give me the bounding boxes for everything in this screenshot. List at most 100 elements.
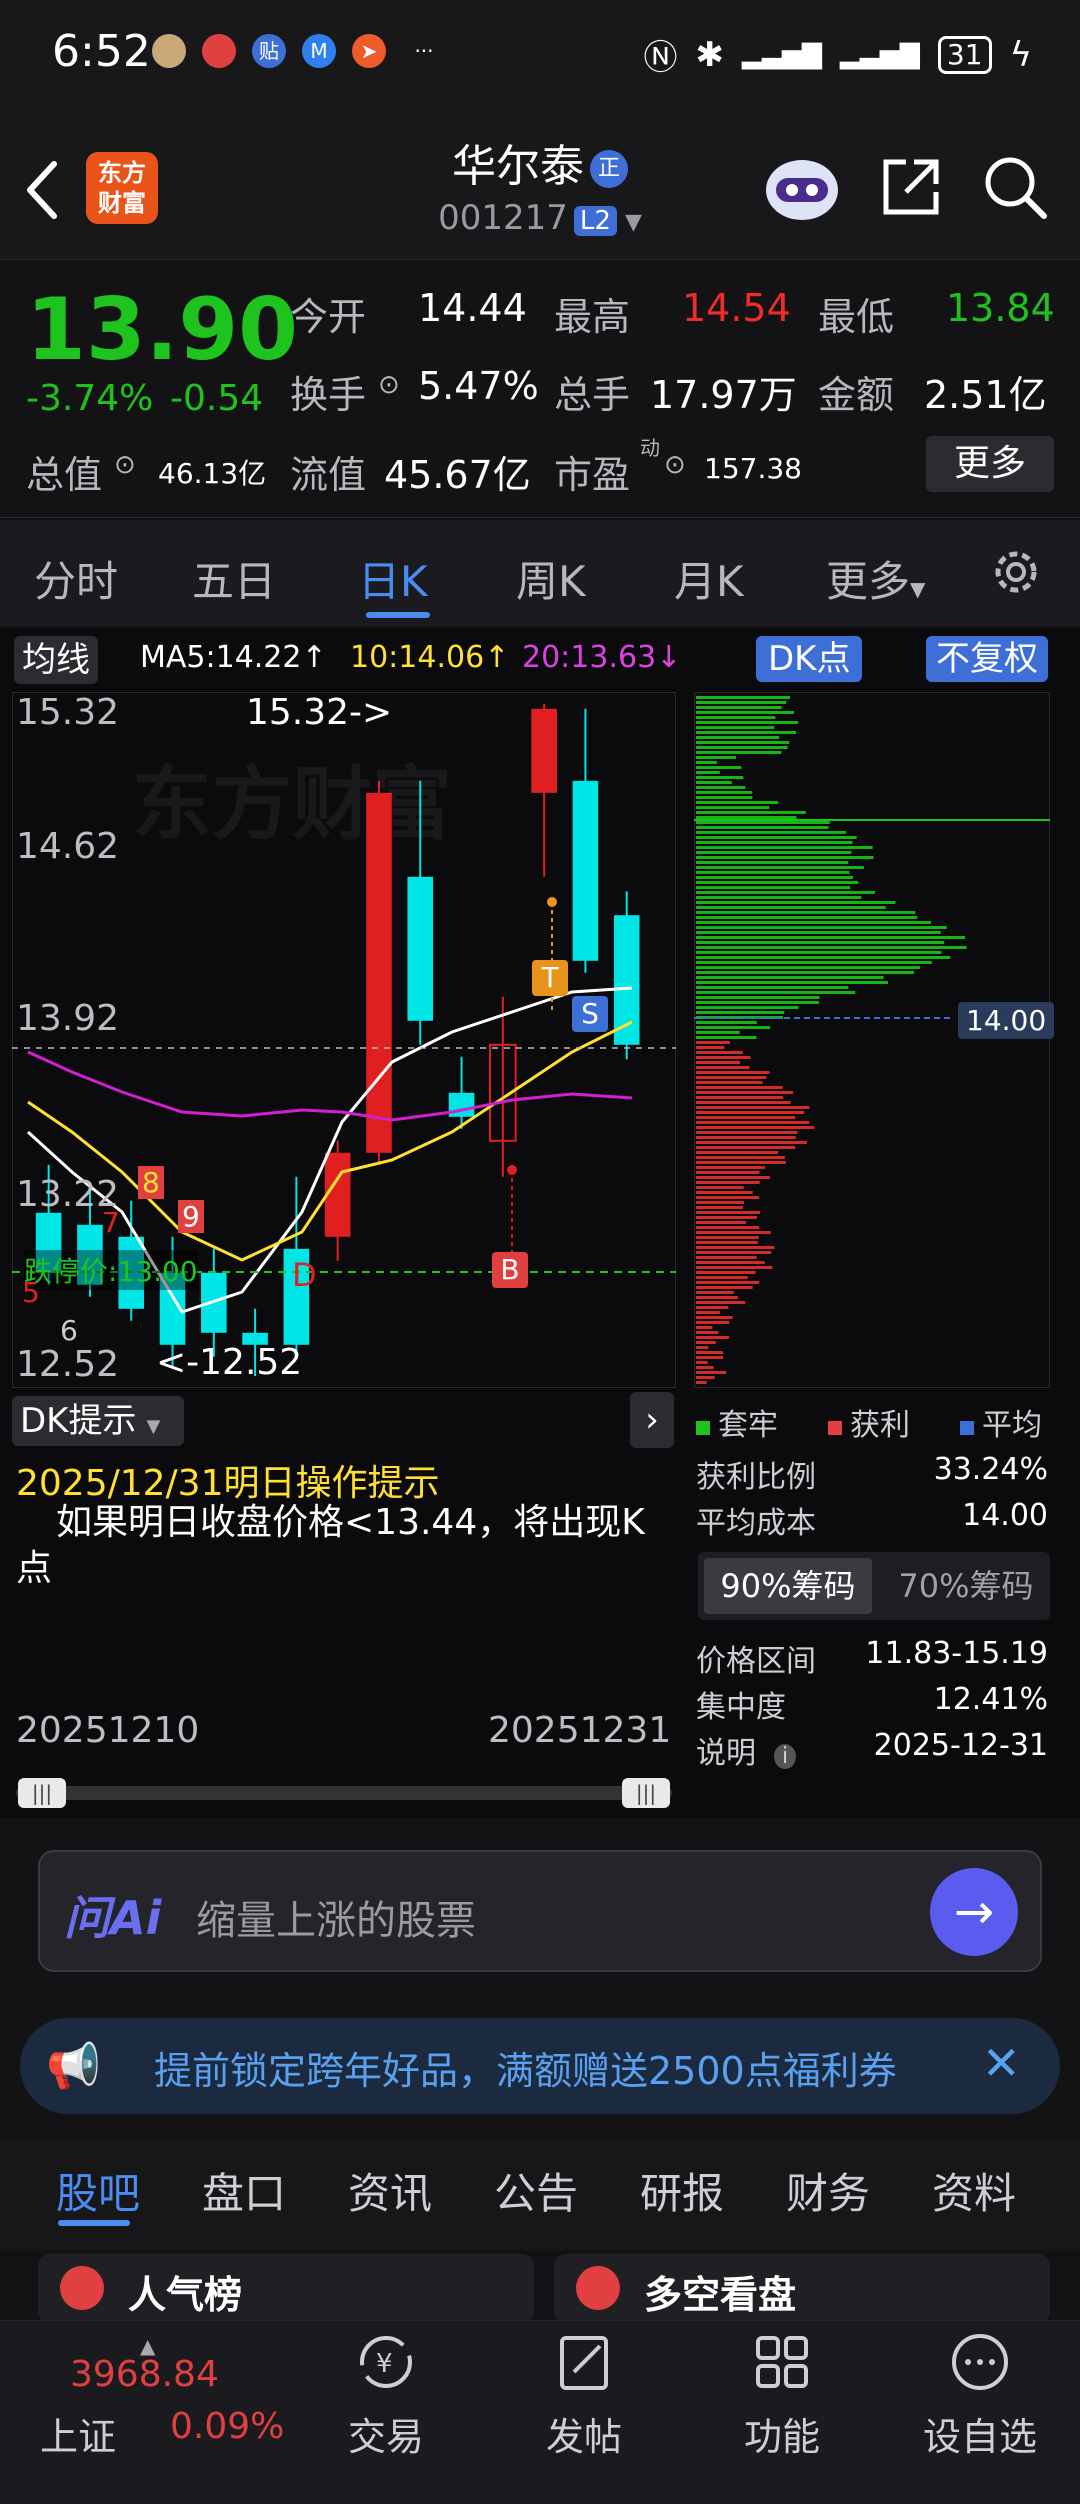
tab-news[interactable]: 资讯 [348,2160,432,2221]
caret-down-icon: ▼ [146,1416,161,1437]
chip-bar [696,836,857,839]
tab-announcement[interactable]: 公告 [494,2160,578,2221]
bluetooth-icon: ✱ [695,34,724,75]
trade-icon[interactable]: ¥ [326,2328,446,2398]
tab-intraday[interactable]: 分时 [34,548,118,609]
chip-bar [696,1111,805,1114]
nav-function[interactable]: 功能 [722,2406,842,2461]
dk-point-button[interactable]: DK点 [756,636,863,682]
turnover-value: 5.47% [418,364,539,408]
ai-search-bar[interactable]: 问Ai 缩量上涨的股票 → [38,1850,1042,1972]
pe-label: 市盈 [554,453,631,497]
chip-bar [696,986,849,989]
legend-trapped: 套牢 [696,1400,778,1444]
concentration-row: 集中度 12.41% [696,1682,1048,1726]
tab-pankou[interactable]: 盘口 [202,2160,286,2221]
y-tick-2: 14.62 [16,826,120,867]
close-icon[interactable]: ✕ [982,2036,1021,2090]
candle-body [324,1152,351,1237]
nav-post[interactable]: 发帖 [524,2406,644,2461]
note-label: 说明 [696,1736,756,1771]
bull-bear-title: 多空看盘 [644,2273,797,2317]
info-icon[interactable]: i [774,1744,797,1769]
share-icon[interactable] [878,154,944,220]
more-circle-icon[interactable] [920,2328,1040,2398]
chip-bar [696,1171,760,1174]
dk-tips-dropdown[interactable]: DK提示 ▼ [12,1396,184,1446]
search-icon[interactable] [982,154,1050,222]
tab-indicator [366,612,430,618]
grid-icon[interactable] [722,2328,842,2398]
chip-70-tab[interactable]: 70%筹码 [882,1558,1050,1614]
ma10-value: 10:14.06↑ [350,640,510,675]
chip-bar [696,1291,734,1294]
tab-daily[interactable]: 日K [358,548,428,609]
scroll-handle-right[interactable]: ||| [622,1778,670,1808]
bull-bear-card[interactable]: 多空看盘 [554,2254,1050,2324]
chip-bar [696,941,945,944]
tab-guba[interactable]: 股吧 [56,2160,140,2221]
ai-placeholder: 缩量上涨的股票 [196,1898,476,1944]
chip-bar [696,1346,709,1349]
nav-trade[interactable]: 交易 [326,2406,446,2461]
chip-bar [696,1121,810,1124]
scroll-handle-left[interactable]: ||| [18,1778,66,1808]
tab-monthly[interactable]: 月K [674,548,744,609]
price-range-value: 11.83-15.19 [865,1636,1048,1671]
mktcap-value: 46.13亿 [158,457,267,490]
chip-bar [696,1081,763,1084]
chip-bar [696,751,782,754]
chip-bar [696,1136,796,1139]
chip-bar [696,706,782,709]
tab-5day[interactable]: 五日 [192,548,276,609]
ai-logo: 问Ai [64,1891,162,1945]
chip-bar [696,1251,772,1254]
time-scrollbar[interactable] [16,1786,672,1800]
info-icon[interactable]: ⊙ [114,450,136,480]
date-end: 20251231 [488,1710,672,1751]
info-icon[interactable]: ⊙ [378,370,400,400]
ma-label: 均线 [22,640,90,680]
ai-submit-arrow-icon[interactable]: → [930,1868,1018,1956]
chip-bar [696,776,744,779]
chip-bar [696,1301,746,1304]
chip-bar [696,841,853,844]
chip-bar [696,976,884,979]
popularity-title: 人气榜 [128,2273,243,2317]
robot-icon[interactable] [760,150,844,226]
promo-banner[interactable]: 📢 提前锁定跨年好品，满额赠送2500点福利券 ✕ [20,2018,1060,2114]
tab-more[interactable]: 更多▼ [826,548,925,609]
post-icon[interactable] [524,2328,644,2398]
expand-arrow-icon[interactable]: › [630,1392,674,1448]
high-label: 最高 [554,295,631,339]
chip-bar [696,786,746,789]
settings-gear-icon[interactable] [988,544,1044,600]
more-button[interactable]: 更多 [926,436,1054,492]
high-marker: 15.32-> [246,692,393,733]
float-label: 流值 [290,453,367,497]
tab-research[interactable]: 研报 [640,2160,724,2221]
chip-90-tab[interactable]: 90%筹码 [704,1558,872,1614]
adjust-button[interactable]: 不复权 [926,636,1048,682]
chip-bar [696,1186,744,1189]
l2-badge: L2 [573,206,617,236]
chip-bar [696,1321,730,1324]
ma-selector[interactable]: 均线 [14,636,98,684]
info-icon[interactable]: ⊙ [664,450,686,480]
index-name[interactable]: 上证 [40,2406,116,2461]
tab-profile[interactable]: 资料 [932,2160,1016,2221]
tab-weekly[interactable]: 周K [516,548,586,609]
tab-finance[interactable]: 财务 [786,2160,870,2221]
tab-indicator [58,2220,130,2226]
t-marker[interactable]: T [532,960,568,996]
popularity-card[interactable]: 人气榜 [38,2254,534,2324]
nav-watchlist[interactable]: 设自选 [920,2406,1040,2461]
chip-bar [696,1296,739,1299]
chip-bar [696,846,873,849]
chip-bar [696,996,820,999]
candle-body [572,780,599,961]
s-marker[interactable]: S [572,996,608,1032]
chip-bar [696,1116,796,1119]
chip-bar [696,1146,796,1149]
b-marker[interactable]: B [492,1252,528,1288]
